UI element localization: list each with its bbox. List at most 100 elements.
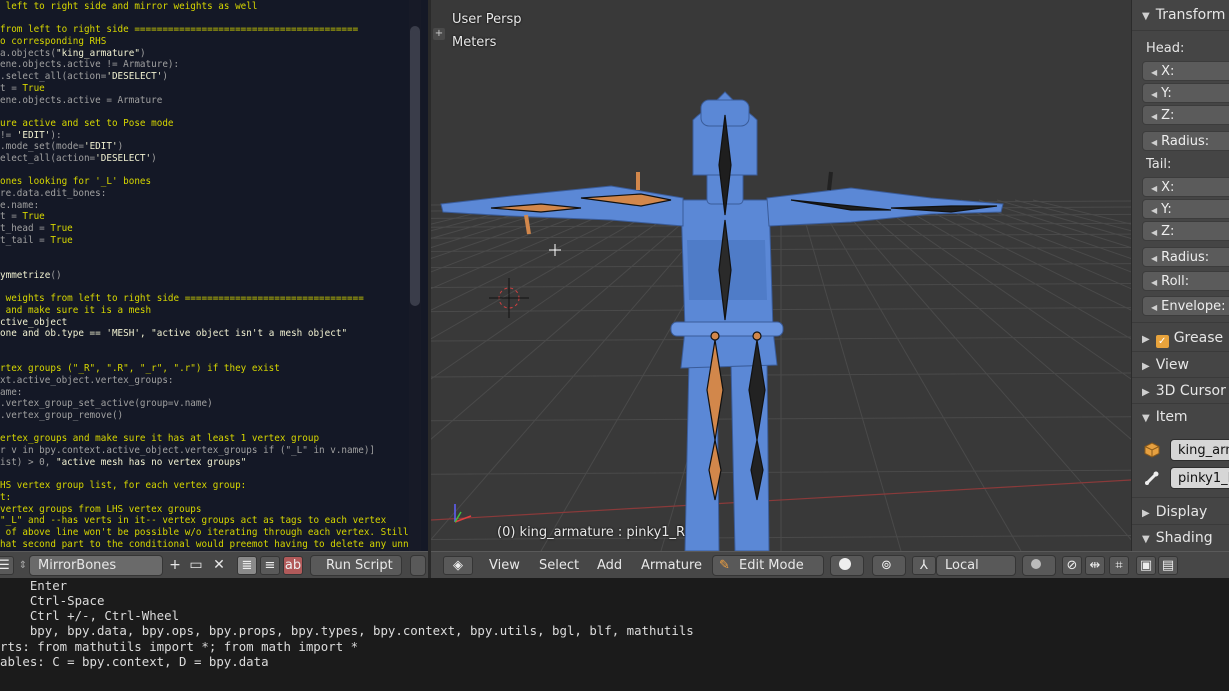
code-line[interactable]: ene.objects.active != Armature): — [0, 59, 410, 71]
manipulator-toggle-icon[interactable]: ⅄ — [912, 556, 936, 575]
code-line[interactable]: ene.objects.active = Armature — [0, 95, 410, 107]
3d-viewport[interactable]: + User Persp Meters (0) king_armature : … — [431, 0, 1131, 551]
word-wrap-toggle-icon[interactable]: ≡ — [260, 556, 280, 575]
code-line[interactable] — [0, 469, 410, 481]
editor-type-icon[interactable]: ☰ — [0, 556, 14, 575]
code-line[interactable]: t = True — [0, 211, 410, 223]
code-line[interactable]: and make sure it is a mesh — [0, 305, 410, 317]
code-line[interactable]: re.data.edit_bones: — [0, 188, 410, 200]
code-line[interactable]: left to right side and mirror weights as… — [0, 1, 410, 13]
code-line[interactable]: HS vertex group list, for each vertex gr… — [0, 480, 410, 492]
code-line[interactable]: ymmetrize() — [0, 270, 410, 282]
code-line[interactable] — [0, 13, 410, 25]
object-name-field[interactable]: king_arm — [1170, 439, 1229, 461]
panel-3d-cursor-header[interactable]: ▶ 3D Cursor — [1132, 379, 1229, 403]
snap-toggle-icon[interactable]: ⊘ — [1062, 556, 1082, 575]
code-line[interactable] — [0, 340, 410, 352]
python-console[interactable]: Enter Ctrl-Space Ctrl +/-, Ctrl-Wheel bp… — [0, 578, 1229, 691]
render-camera-icon[interactable]: ▣ — [1136, 556, 1156, 575]
code-line[interactable]: hat second part to the conditional would… — [0, 539, 410, 551]
code-line[interactable] — [0, 282, 410, 294]
panel-display-header[interactable]: ▶ Display — [1132, 500, 1229, 524]
tail-y-field[interactable]: ◀ Y: — [1142, 199, 1229, 219]
code-line[interactable]: .vertex_group_remove() — [0, 410, 410, 422]
new-text-button[interactable]: + — [166, 556, 184, 575]
mirror-axis-icon[interactable]: ⇹ — [1085, 556, 1105, 575]
tail-x-field[interactable]: ◀ X: — [1142, 177, 1229, 197]
line-numbers-toggle-icon[interactable]: ≣ — [237, 556, 257, 575]
code-line[interactable] — [0, 352, 410, 364]
code-line[interactable]: t = True — [0, 83, 410, 95]
proportional-edit-selector[interactable] — [1022, 555, 1056, 576]
properties-npanel[interactable]: ▼ Transform Head: ◀ X: ◀ Y: ◀ Z: ◀ Radius: Ta… — [1131, 0, 1229, 551]
code-line[interactable]: != 'EDIT'): — [0, 130, 410, 142]
code-line[interactable]: .vertex_group_set_active(group=v.name) — [0, 398, 410, 410]
code-line[interactable]: ones looking for '_L' bones — [0, 176, 410, 188]
toolshelf-toggle-button[interactable]: + — [433, 28, 445, 40]
envelope-field[interactable]: ◀ Envelope: — [1142, 296, 1229, 316]
code-line[interactable]: ctive_object — [0, 317, 410, 329]
code-line[interactable]: xt.active_object.vertex_groups: — [0, 375, 410, 387]
run-script-button[interactable]: Run Script — [310, 555, 402, 576]
mode-selector[interactable]: Edit Mode ✎ — [712, 555, 824, 576]
code-line[interactable]: "_L" and --has verts in it-- vertex grou… — [0, 515, 410, 527]
panel-view-header[interactable]: ▶ View — [1132, 353, 1229, 377]
code-line[interactable] — [0, 165, 410, 177]
viewport-shading-selector[interactable] — [830, 555, 864, 576]
code-line[interactable]: from left to right side ================… — [0, 24, 410, 36]
code-line[interactable]: of above line won't be possible w/o iter… — [0, 527, 410, 539]
code-line[interactable] — [0, 246, 410, 258]
syntax-highlight-toggle-icon[interactable]: ab — [283, 556, 303, 575]
code-line[interactable]: rtex groups ("_R", ".R", "_r", ".r") if … — [0, 363, 410, 375]
render-anim-icon[interactable]: ▤ — [1158, 556, 1178, 575]
code-line[interactable]: e.name: — [0, 200, 410, 212]
viewport-scene[interactable] — [431, 0, 1131, 551]
panel-transform-header[interactable]: ▼ Transform — [1132, 3, 1229, 27]
code-line[interactable]: one and ob.type == 'MESH', "active objec… — [0, 328, 410, 340]
menu-select[interactable]: Select — [539, 556, 579, 576]
code-line[interactable]: elect_all(action='DESELECT') — [0, 153, 410, 165]
checkbox-icon[interactable]: ✓ — [1155, 335, 1169, 348]
code-line[interactable]: t_tail = True — [0, 235, 410, 247]
head-x-field[interactable]: ◀ X: — [1142, 61, 1229, 81]
code-line[interactable]: ame: — [0, 387, 410, 399]
code-line[interactable] — [0, 258, 410, 270]
open-folder-icon[interactable]: ▭ — [187, 556, 205, 575]
tail-radius-field[interactable]: ◀ Radius: — [1142, 247, 1229, 267]
code-line[interactable] — [0, 422, 410, 434]
code-line[interactable]: .mode_set(mode='EDIT') — [0, 141, 410, 153]
script-name-field[interactable]: MirrorBones — [29, 555, 163, 576]
code-line[interactable]: vertex groups from LHS vertex groups — [0, 504, 410, 516]
editor-scrollbar-thumb[interactable] — [410, 26, 420, 306]
more-options-button[interactable] — [410, 555, 426, 576]
code-area[interactable]: left to right side and mirror weights as… — [0, 0, 410, 551]
head-y-field[interactable]: ◀ Y: — [1142, 83, 1229, 103]
code-line[interactable]: .select_all(action='DESELECT') — [0, 71, 410, 83]
bone-name-field[interactable]: pinky1_R — [1170, 467, 1229, 489]
roll-field[interactable]: ◀ Roll: — [1142, 271, 1229, 291]
code-line[interactable]: o corresponding RHS — [0, 36, 410, 48]
panel-grease-pencil-header[interactable]: ▶ ✓ Grease — [1132, 326, 1229, 350]
code-line[interactable]: t_head = True — [0, 223, 410, 235]
head-radius-field[interactable]: ◀ Radius: — [1142, 131, 1229, 151]
code-line[interactable]: r v in bpy.context.active_object.vertex_… — [0, 445, 410, 457]
transform-orientation-selector[interactable]: Local — [936, 555, 1016, 576]
close-icon[interactable]: ✕ — [210, 556, 228, 575]
code-line[interactable]: t: — [0, 492, 410, 504]
panel-shading-header[interactable]: ▼ Shading — [1132, 526, 1229, 550]
code-line[interactable]: weights from left to right side ========… — [0, 293, 410, 305]
code-line[interactable]: ist) > 0, "active mesh has no vertex gro… — [0, 457, 410, 469]
text-editor[interactable]: left to right side and mirror weights as… — [0, 0, 428, 551]
snap-element-icon[interactable]: ⌗ — [1109, 556, 1129, 575]
menu-armature[interactable]: Armature — [641, 556, 702, 576]
code-line[interactable]: ure active and set to Pose mode — [0, 118, 410, 130]
menu-view[interactable]: View — [489, 556, 520, 576]
code-line[interactable] — [0, 106, 410, 118]
tail-z-field[interactable]: ◀ Z: — [1142, 221, 1229, 241]
head-z-field[interactable]: ◀ Z: — [1142, 105, 1229, 125]
pivot-point-selector[interactable]: ⊚ — [872, 555, 906, 576]
editor-type-view3d-icon[interactable]: ◈ — [443, 556, 473, 575]
menu-add[interactable]: Add — [597, 556, 622, 576]
code-line[interactable]: ertex_groups and make sure it has at lea… — [0, 433, 410, 445]
code-line[interactable]: a.objects("king_armature") — [0, 48, 410, 60]
